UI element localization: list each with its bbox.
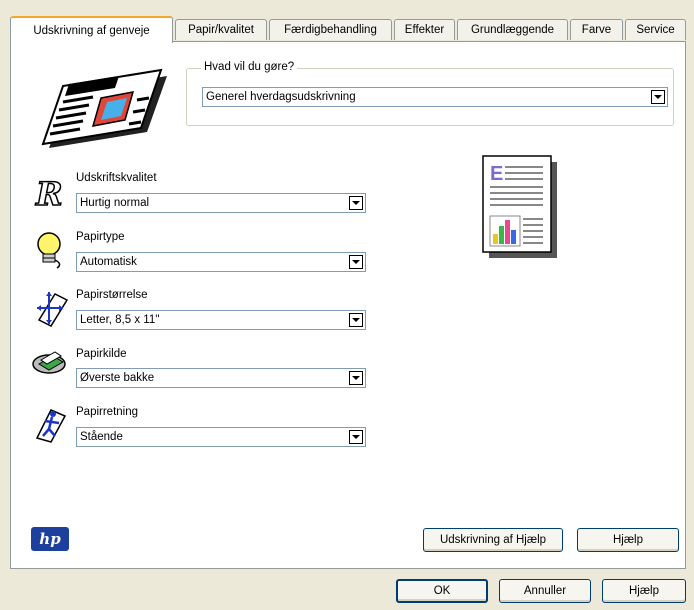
ok-button[interactable]: OK	[396, 579, 488, 603]
task-select[interactable]: Generel hverdagsudskrivning	[202, 87, 668, 107]
chevron-down-icon[interactable]	[349, 313, 363, 327]
svg-text:E: E	[490, 163, 503, 185]
task-select-value: Generel hverdagsudskrivning	[206, 91, 356, 103]
chevron-down-icon[interactable]	[349, 255, 363, 269]
task-legend: Hvad vil du gøre?	[201, 61, 298, 73]
tab-color[interactable]: Farve	[570, 19, 623, 40]
paper-tray-icon	[32, 351, 66, 374]
newspaper-icon	[41, 68, 167, 148]
tab-paper-quality[interactable]: Papir/kvalitet	[175, 19, 267, 40]
orientation-person-icon	[35, 409, 67, 443]
chevron-down-icon[interactable]	[349, 196, 363, 210]
paper-size-value: Letter, 8,5 x 11''	[80, 314, 160, 326]
orientation-value: Stående	[80, 431, 123, 443]
tab-bar: Udskrivning af genveje Papir/kvalitet Fæ…	[10, 16, 686, 43]
chevron-down-icon[interactable]	[651, 90, 665, 104]
print-quality-icon: R	[34, 174, 63, 212]
tab-basics[interactable]: Grundlæggende	[457, 19, 568, 40]
paper-source-label: Papirkilde	[76, 348, 127, 360]
orientation-select[interactable]: Stående	[76, 427, 366, 447]
hp-logo-text: hp	[39, 530, 61, 548]
task-group: Hvad vil du gøre? Generel hverdagsudskri…	[186, 61, 674, 126]
tab-panel: Hvad vil du gøre? Generel hverdagsudskri…	[10, 41, 686, 569]
print-quality-select[interactable]: Hurtig normal	[76, 193, 366, 213]
paper-type-select[interactable]: Automatisk	[76, 252, 366, 272]
chevron-down-icon[interactable]	[349, 430, 363, 444]
lightbulb-icon	[37, 232, 61, 269]
paper-type-value: Automatisk	[80, 256, 137, 268]
hp-logo: hp	[31, 527, 69, 551]
page-preview-icon: E	[482, 155, 557, 258]
tab-print-shortcuts[interactable]: Udskrivning af genveje	[10, 16, 173, 43]
cancel-button[interactable]: Annuller	[499, 579, 591, 603]
paper-type-label: Papirtype	[76, 231, 125, 243]
print-quality-label: Udskriftskvalitet	[76, 172, 157, 184]
paper-source-value: Øverste bakke	[80, 372, 155, 384]
panel-help-button[interactable]: Hjælp	[577, 528, 679, 552]
paper-size-select[interactable]: Letter, 8,5 x 11''	[76, 310, 366, 330]
tab-finishing[interactable]: Færdigbehandling	[269, 19, 392, 40]
chevron-down-icon[interactable]	[349, 371, 363, 385]
tab-effects[interactable]: Effekter	[394, 19, 455, 40]
orientation-label: Papirretning	[76, 406, 139, 418]
print-help-button[interactable]: Udskrivning af Hjælp	[423, 528, 563, 552]
paper-source-select[interactable]: Øverste bakke	[76, 368, 366, 388]
paper-size-icon	[37, 292, 69, 327]
svg-text:R: R	[35, 175, 63, 212]
tab-services[interactable]: Service	[625, 19, 686, 40]
dialog-help-button[interactable]: Hjælp	[602, 579, 686, 603]
print-quality-value: Hurtig normal	[80, 197, 150, 209]
paper-size-label: Papirstørrelse	[76, 289, 148, 301]
